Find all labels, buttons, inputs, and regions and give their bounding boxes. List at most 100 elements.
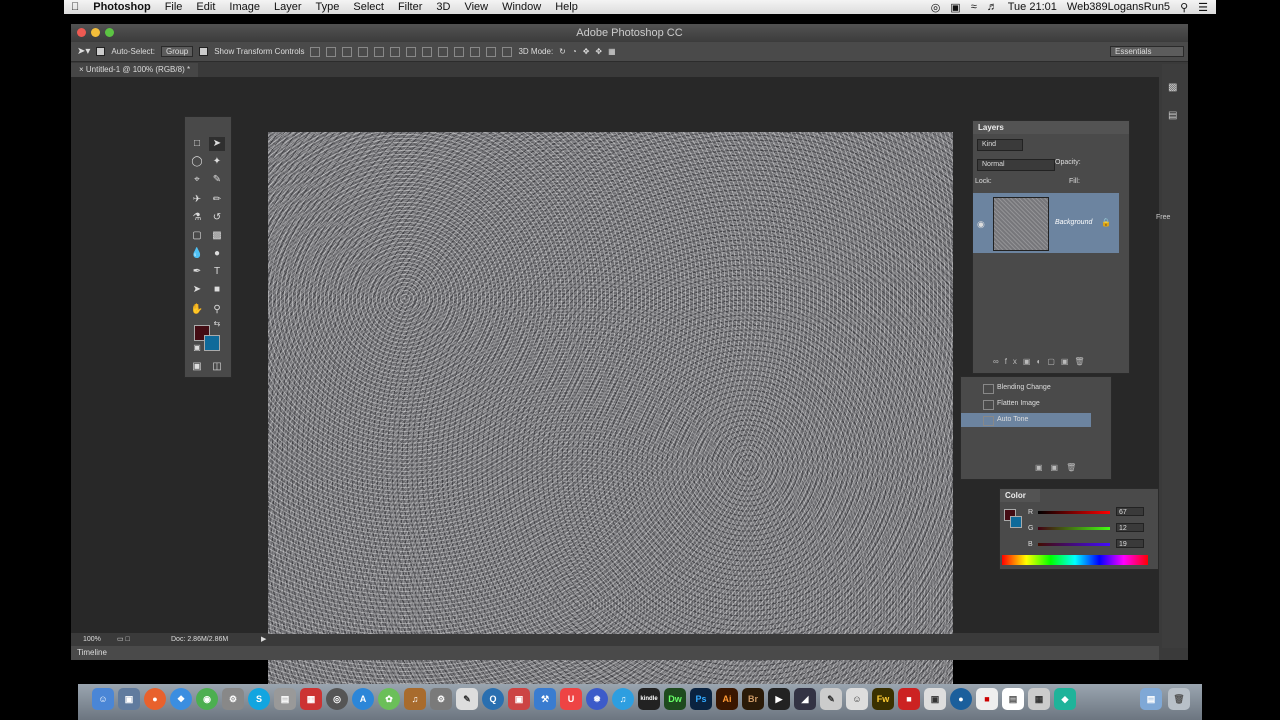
apple-menu-icon[interactable]: : [64, 1, 86, 13]
close-tab-icon[interactable]: ×: [79, 65, 84, 74]
image-canvas[interactable]: [268, 132, 953, 688]
history-item[interactable]: Flatten Image: [961, 397, 1091, 411]
show-transform-checkbox[interactable]: [199, 47, 209, 56]
kindle-icon[interactable]: kindle: [638, 688, 660, 710]
app8-icon[interactable]: ▣: [924, 688, 946, 710]
photos-icon[interactable]: ✿: [378, 688, 400, 710]
preview-icon[interactable]: ▣: [118, 688, 140, 710]
app5-icon[interactable]: ◢: [794, 688, 816, 710]
close-window-button[interactable]: [77, 28, 86, 37]
menu-type[interactable]: Type: [309, 1, 347, 13]
swap-colors-icon[interactable]: ⇆: [209, 317, 225, 331]
app-icon[interactable]: ▤: [274, 688, 296, 710]
notification-center-icon[interactable]: ☰: [1198, 1, 1208, 14]
path-select-tool-icon[interactable]: ➤: [189, 283, 205, 297]
quick-select-tool-icon[interactable]: ✦: [209, 155, 225, 169]
chrome-icon[interactable]: ◉: [196, 688, 218, 710]
blend-mode-dropdown[interactable]: Normal: [977, 159, 1055, 171]
menu-layer[interactable]: Layer: [267, 1, 309, 13]
status-menu-icon[interactable]: ▶: [261, 634, 266, 646]
visibility-eye-icon[interactable]: ◉: [977, 219, 985, 230]
app7-icon[interactable]: ■: [898, 688, 920, 710]
dreamweaver-icon[interactable]: Dw: [664, 688, 686, 710]
distribute-bottom-icon[interactable]: [438, 46, 449, 57]
type-tool-icon[interactable]: T: [209, 265, 225, 279]
3d-slide-icon[interactable]: ✥: [595, 47, 602, 56]
spotlight-icon[interactable]: ⚲: [1180, 1, 1188, 14]
move-tool-preset-icon[interactable]: ➤▾: [77, 46, 90, 57]
menu-edit[interactable]: Edit: [189, 1, 222, 13]
trash-icon[interactable]: 🗑: [1168, 688, 1190, 710]
xcode-icon[interactable]: ⚒: [534, 688, 556, 710]
photoshop-dock-icon[interactable]: Ps: [690, 688, 712, 710]
gradient-tool-icon[interactable]: ▩: [209, 229, 225, 243]
premiere-icon[interactable]: ▶: [768, 688, 790, 710]
app6-icon[interactable]: ✎: [820, 688, 842, 710]
timeline-panel[interactable]: Timeline: [71, 646, 1159, 660]
workspace-dropdown[interactable]: Essentials: [1110, 46, 1184, 57]
app3-icon[interactable]: ▣: [508, 688, 530, 710]
finder-icon[interactable]: ☺: [92, 688, 114, 710]
pen-tool-icon[interactable]: ✒: [189, 265, 205, 279]
volume-icon[interactable]: ♬: [987, 1, 998, 13]
fireworks-icon[interactable]: Fw: [872, 688, 894, 710]
marquee-tool-icon[interactable]: □: [189, 137, 205, 151]
safari-icon[interactable]: ❖: [170, 688, 192, 710]
blur-tool-icon[interactable]: 💧: [189, 247, 205, 261]
history-footer-icons[interactable]: ▣▣🗑: [1035, 463, 1084, 472]
auto-select-dropdown[interactable]: Group: [160, 46, 194, 57]
quick-mask-icon[interactable]: ▣: [189, 360, 205, 374]
display-icon[interactable]: ▣: [950, 1, 960, 14]
creative-cloud-icon[interactable]: ◎: [931, 1, 941, 14]
align-vcenter-icon[interactable]: [326, 46, 337, 57]
downloads-folder-icon[interactable]: ▤: [1140, 688, 1162, 710]
menubar-user[interactable]: Web389LogansRun5: [1067, 1, 1170, 13]
quicktime-icon[interactable]: Q: [482, 688, 504, 710]
menu-view[interactable]: View: [457, 1, 495, 13]
magnet-icon[interactable]: U: [560, 688, 582, 710]
app10-icon[interactable]: ▦: [1028, 688, 1050, 710]
screen-mode-icon[interactable]: ◫: [209, 360, 225, 374]
menu-3d[interactable]: 3D: [429, 1, 457, 13]
properties-panel-icon[interactable]: ▤: [1168, 110, 1177, 121]
brush-tool-icon[interactable]: ✏: [209, 193, 225, 207]
menu-select[interactable]: Select: [346, 1, 391, 13]
textedit-icon[interactable]: ✎: [456, 688, 478, 710]
default-colors-icon[interactable]: ▣: [189, 341, 205, 355]
distribute-top-icon[interactable]: [406, 46, 417, 57]
layer-name[interactable]: Background: [1055, 219, 1092, 226]
firefox-icon[interactable]: ●: [144, 688, 166, 710]
layers-footer-icons[interactable]: ∞fx▣◐▢▣🗑: [993, 357, 1091, 366]
red-slider[interactable]: [1038, 511, 1110, 514]
color-tab[interactable]: Color: [1000, 489, 1040, 502]
menu-window[interactable]: Window: [495, 1, 548, 13]
3d-roll-icon[interactable]: ◔: [572, 47, 577, 56]
auto-align-icon[interactable]: [502, 46, 513, 57]
blue-slider[interactable]: [1038, 543, 1110, 546]
menu-file[interactable]: File: [158, 1, 190, 13]
illustrator-icon[interactable]: Ai: [716, 688, 738, 710]
zoom-tool-icon[interactable]: ⚲: [209, 303, 225, 317]
zoom-level[interactable]: 100%: [83, 634, 101, 646]
align-right-icon[interactable]: [390, 46, 401, 57]
layer-row-background[interactable]: ◉ Background 🔒: [973, 193, 1119, 253]
history-item[interactable]: Blending Change: [961, 381, 1091, 395]
calendar-icon[interactable]: ▦: [300, 688, 322, 710]
pdf-icon[interactable]: ■: [976, 688, 998, 710]
app9-icon[interactable]: ●: [950, 688, 972, 710]
background-color-swatch[interactable]: [204, 335, 220, 351]
lasso-tool-icon[interactable]: ◯: [189, 155, 205, 169]
app-menu[interactable]: Photoshop: [86, 1, 157, 13]
app4-icon[interactable]: ❅: [586, 688, 608, 710]
document-tab[interactable]: × Untitled-1 @ 100% (RGB/8) *: [71, 63, 199, 77]
distribute-vcenter-icon[interactable]: [422, 46, 433, 57]
app-store-icon[interactable]: A: [352, 688, 374, 710]
menu-help[interactable]: Help: [548, 1, 585, 13]
3d-scale-icon[interactable]: ▦: [608, 47, 616, 56]
menubar-clock[interactable]: Tue 21:01: [1008, 1, 1057, 13]
garageband-icon[interactable]: ♫: [404, 688, 426, 710]
green-value[interactable]: 12: [1116, 523, 1144, 532]
eyedropper-tool-icon[interactable]: ✎: [209, 173, 225, 187]
distribute-hcenter-icon[interactable]: [470, 46, 481, 57]
clone-stamp-tool-icon[interactable]: ⚗: [189, 211, 205, 225]
